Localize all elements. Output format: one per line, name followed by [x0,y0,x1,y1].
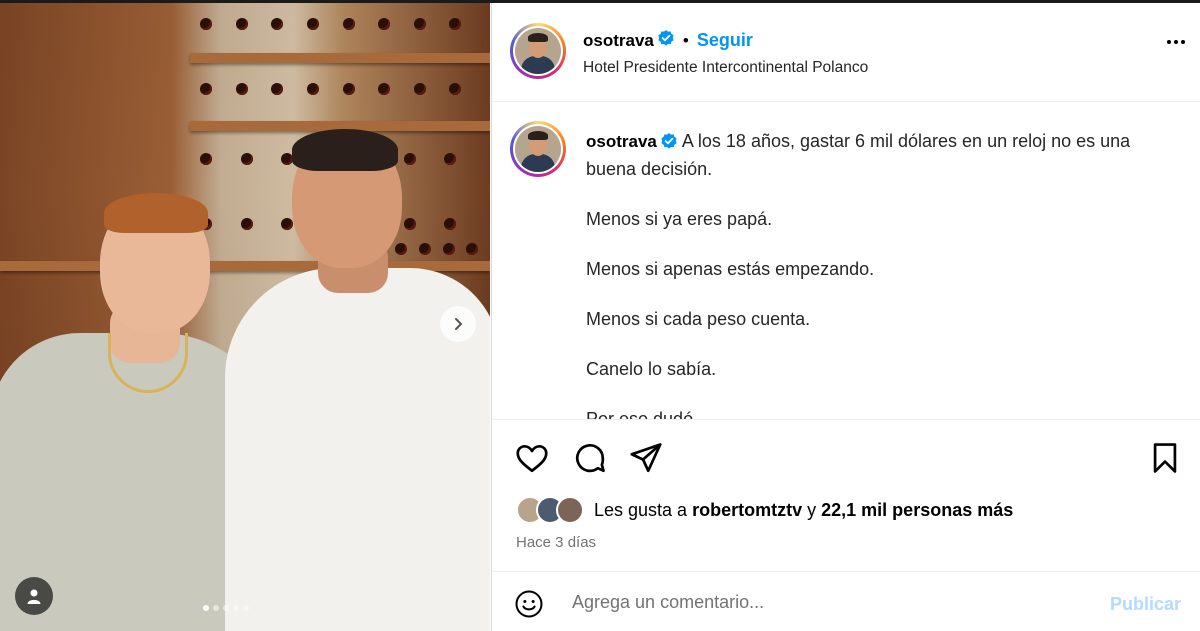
chevron-right-icon [455,318,463,330]
person-left-hair [104,193,208,233]
carousel-indicator [203,605,249,611]
separator-dot: • [682,30,689,50]
bottle [240,153,253,165]
caption-line: Menos si cada peso cuenta. [586,309,811,329]
bottle [200,83,212,95]
bottle [342,83,355,95]
post-actions: Les gusta a robertomtztv y 22,1 mil pers… [492,419,1200,571]
bottle [200,18,212,30]
comment-bar: Publicar [492,571,1200,631]
follow-button[interactable]: Seguir [697,30,753,51]
heart-icon[interactable] [514,440,550,481]
carousel-next-button[interactable] [440,306,476,342]
bottle [395,243,407,255]
liker-username[interactable]: robertomtztv [692,500,802,521]
bottle [235,83,248,95]
author-avatar[interactable] [510,23,566,79]
bottle [442,243,455,255]
comment-bubble-icon[interactable] [572,440,608,481]
shelf [190,53,490,63]
bottle [342,18,355,30]
caption-line: Canelo lo sabía. [586,359,717,379]
bookmark-icon[interactable] [1148,440,1182,481]
paper-plane-icon[interactable] [628,440,664,481]
caption-text: osotrava A los 18 años, gastar 6 mil dól… [586,129,1181,419]
person-right-hair [292,129,398,171]
caption-line: Menos si apenas estás empezando. [586,259,875,279]
bottle [200,153,212,165]
carousel-dot [213,605,219,611]
caption-line: Por eso dudó. [586,409,699,419]
bottle [413,18,426,30]
bottle [240,218,253,230]
tagged-users-button[interactable] [15,577,53,615]
bottle [403,218,416,230]
likes-summary[interactable]: Les gusta a robertomtztv y 22,1 mil pers… [516,496,1013,524]
post-header: osotrava • Seguir Hotel Presidente Inter… [492,3,1200,102]
verified-badge-icon [657,29,675,52]
post-timestamp[interactable]: Hace 3 días [516,534,596,551]
bottle [306,83,319,95]
avatar [556,496,584,524]
bottle [418,243,431,255]
bottle [403,153,416,165]
likes-prefix: Les gusta a [594,499,688,520]
caption-line: Menos si ya eres papá. [586,209,773,229]
comment-input[interactable] [572,584,1092,620]
likes-count[interactable]: 22,1 mil personas más [821,500,1013,521]
emoji-icon[interactable] [514,589,544,624]
carousel-dot [203,605,209,611]
post-image[interactable] [0,3,490,631]
likes-connector: y [807,499,817,520]
post-location[interactable]: Hotel Presidente Intercontinental Polanc… [583,59,868,77]
carousel-dot [223,605,229,611]
caption-section: osotrava A los 18 años, gastar 6 mil dól… [492,103,1200,419]
carousel-dot [233,605,239,611]
verified-badge-icon [660,132,678,157]
bottle [413,83,426,95]
user-tag-icon [27,589,41,604]
caption-author-avatar[interactable] [510,121,566,177]
author-username[interactable]: osotrava [583,31,654,51]
liker-avatars [516,496,584,524]
more-options-icon[interactable] [1167,40,1185,44]
caption-username[interactable]: osotrava [586,132,657,151]
bottle [306,18,319,30]
publish-button[interactable]: Publicar [1110,594,1181,615]
bottle [235,18,248,30]
post-details-panel: osotrava • Seguir Hotel Presidente Inter… [491,3,1200,631]
carousel-dot [243,605,249,611]
